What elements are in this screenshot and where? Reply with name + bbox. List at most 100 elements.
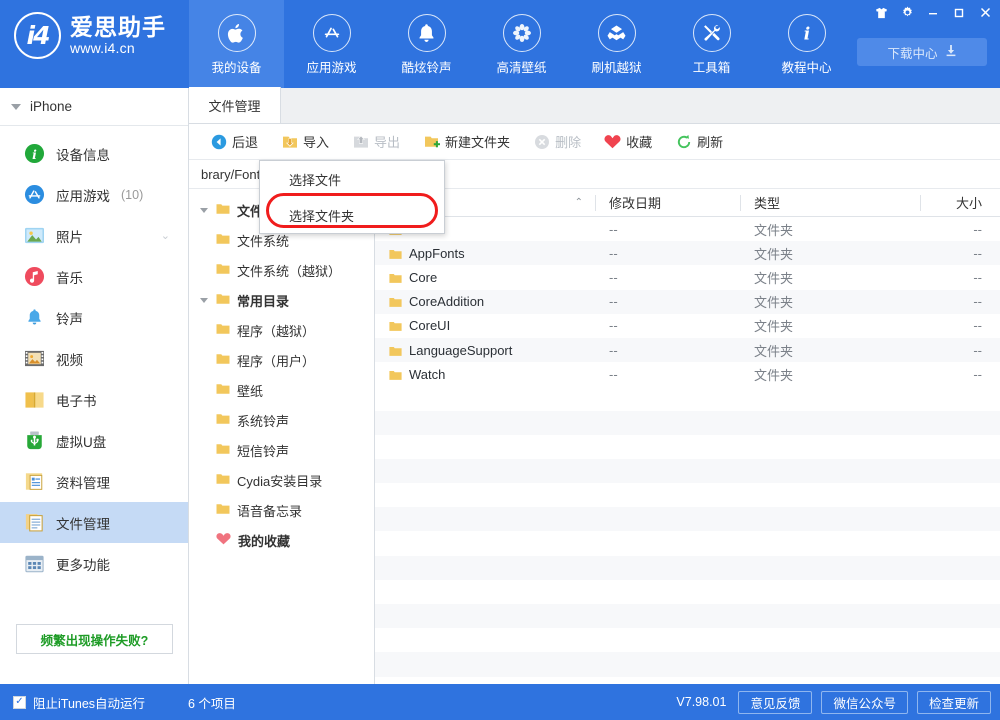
column-header-date[interactable]: 修改日期: [595, 189, 740, 217]
cell-name: Core: [375, 265, 595, 289]
table-row[interactable]: CoreAddition -- 文件夹 --: [375, 289, 1000, 314]
tree-node-label: Cydia安装目录: [237, 473, 323, 489]
favorite-button[interactable]: 收藏: [595, 129, 661, 155]
tree-node[interactable]: Cydia安装目录: [189, 465, 374, 495]
check-update-button[interactable]: 检查更新: [916, 690, 991, 714]
tab-file-management[interactable]: 文件管理: [189, 87, 281, 123]
tree-node[interactable]: 常用目录: [189, 285, 374, 315]
sidebar-item-data-management[interactable]: 资料管理: [0, 461, 188, 502]
nav-tab-label: 教程中心: [781, 61, 832, 75]
folder-icon: [216, 413, 230, 428]
checkbox-icon: ✓: [13, 695, 26, 709]
nav-tab-label: 工具箱: [692, 61, 731, 75]
column-header-size[interactable]: 大小: [920, 189, 1000, 217]
refresh-button[interactable]: 刷新: [666, 129, 732, 155]
chevron-down-icon[interactable]: [199, 207, 209, 213]
file-list-header: 名称 ⌃ 修改日期 类型 大小: [375, 189, 1000, 217]
cell-type: 文件夹: [754, 319, 794, 335]
tree-node-label: 壁纸: [237, 383, 264, 399]
appstore-circle-icon: [23, 184, 45, 206]
nav-tab-ringtones[interactable]: 酷炫铃声: [379, 0, 474, 88]
delete-icon: [533, 133, 550, 150]
nav-tab-my-device[interactable]: 我的设备: [189, 0, 284, 88]
table-row[interactable]: .. -- 文件夹 --: [375, 217, 1000, 241]
menu-item-select-file[interactable]: 选择文件: [260, 161, 444, 197]
toolbar-label: 后退: [232, 135, 259, 150]
sidebar-item-photos[interactable]: 照片 ⌄: [0, 215, 188, 256]
sidebar-item-label: 音乐: [56, 270, 83, 286]
column-header-type[interactable]: 类型: [740, 189, 920, 217]
file-name: LanguageSupport: [409, 342, 513, 358]
tree-node[interactable]: 系统铃声: [189, 405, 374, 435]
sidebar-item-ebooks[interactable]: 电子书: [0, 379, 188, 420]
cell-size: --: [973, 221, 982, 237]
tree-node[interactable]: 壁纸: [189, 375, 374, 405]
folder-icon: [216, 473, 230, 488]
nav-tab-wallpapers[interactable]: 高清壁纸: [474, 0, 569, 88]
gear-icon[interactable]: [894, 2, 920, 23]
table-row[interactable]: Core -- 文件夹 --: [375, 265, 1000, 289]
sidebar-item-device-info[interactable]: i 设备信息: [0, 133, 188, 174]
sidebar-item-videos[interactable]: 视频: [0, 338, 188, 379]
button-label: 检查更新: [928, 696, 979, 711]
file-name: Core: [409, 269, 438, 285]
bell-blue-icon: [23, 307, 45, 329]
nav-tab-tutorials[interactable]: i 教程中心: [759, 0, 854, 88]
download-center-button[interactable]: 下载中心: [857, 38, 987, 66]
nav-tab-apps-games[interactable]: 应用游戏: [284, 0, 379, 88]
brand-url: www.i4.cn: [70, 40, 135, 57]
close-icon[interactable]: [972, 2, 998, 23]
sidebar-item-file-management[interactable]: 文件管理: [0, 502, 188, 543]
feedback-button[interactable]: 意见反馈: [738, 690, 813, 714]
tree-node[interactable]: 语音备忘录: [189, 495, 374, 525]
tree-node[interactable]: 程序（越狱）: [189, 315, 374, 345]
nav-tab-toolbox[interactable]: 工具箱: [664, 0, 759, 88]
tree-node[interactable]: 短信铃声: [189, 435, 374, 465]
cell-name: AppFonts: [375, 241, 595, 265]
status-bar-right: V7.98.01 意见反馈 微信公众号 检查更新: [676, 690, 1000, 714]
tree-node-favorites[interactable]: 我的收藏: [189, 525, 374, 555]
wechat-button[interactable]: 微信公众号: [821, 690, 908, 714]
maximize-icon[interactable]: [946, 2, 972, 23]
files-icon: [23, 512, 45, 534]
block-itunes-checkbox[interactable]: ✓ 阻止iTunes自动运行: [0, 693, 176, 712]
sidebar-item-more-features[interactable]: 更多功能: [0, 543, 188, 584]
tree-node[interactable]: 程序（用户）: [189, 345, 374, 375]
folder-icon: [389, 272, 402, 283]
logo-mark-text: i4: [26, 21, 51, 50]
empty-row: [375, 555, 1000, 580]
new-folder-button[interactable]: 新建文件夹: [414, 129, 519, 155]
menu-item-select-folder[interactable]: 选择文件夹: [260, 197, 444, 233]
sidebar-item-ringtones[interactable]: 铃声: [0, 297, 188, 338]
import-button[interactable]: 导入: [272, 129, 338, 155]
tree-node-label: 常用目录: [237, 293, 290, 309]
nav-tab-label: 我的设备: [211, 61, 262, 75]
table-row[interactable]: AppFonts -- 文件夹 --: [375, 241, 1000, 266]
table-row[interactable]: Watch -- 文件夹 --: [375, 362, 1000, 386]
sidebar-item-apps-games[interactable]: 应用游戏 (10): [0, 174, 188, 215]
directory-tree: 文件系统 文件系统 文件系统（越狱）: [189, 189, 375, 684]
nav-tab-flash-jailbreak[interactable]: 刷机越狱: [569, 0, 664, 88]
empty-row: [375, 435, 1000, 459]
data-icon: [23, 471, 45, 493]
cell-type: 文件夹: [754, 222, 794, 238]
toolbar-label: 刷新: [697, 135, 724, 150]
back-button[interactable]: 后退: [201, 129, 267, 155]
cell-name: CoreUI: [375, 314, 595, 338]
usb-icon: [23, 430, 45, 452]
minimize-icon[interactable]: [920, 2, 946, 23]
device-selector[interactable]: iPhone: [0, 88, 188, 126]
cell-date: --: [609, 245, 618, 261]
table-row[interactable]: LanguageSupport -- 文件夹 --: [375, 337, 1000, 363]
troubleshoot-button[interactable]: 频繁出现操作失败?: [16, 624, 173, 654]
top-navigation-bar: i4 爱思助手 www.i4.cn 我的设备 应用游戏 酷炫铃声 高清壁纸 刷机…: [0, 0, 1000, 88]
app-window: i4 爱思助手 www.i4.cn 我的设备 应用游戏 酷炫铃声 高清壁纸 刷机…: [0, 0, 1000, 720]
cell-date: --: [609, 294, 618, 310]
tree-node[interactable]: 文件系统（越狱）: [189, 255, 374, 285]
sidebar-item-music[interactable]: 音乐: [0, 256, 188, 297]
sidebar-item-virtual-usb[interactable]: 虚拟U盘: [0, 420, 188, 461]
chevron-down-icon[interactable]: [199, 297, 209, 303]
shirt-icon[interactable]: [868, 2, 894, 23]
table-row[interactable]: CoreUI -- 文件夹 --: [375, 314, 1000, 338]
box-icon: [597, 14, 636, 52]
